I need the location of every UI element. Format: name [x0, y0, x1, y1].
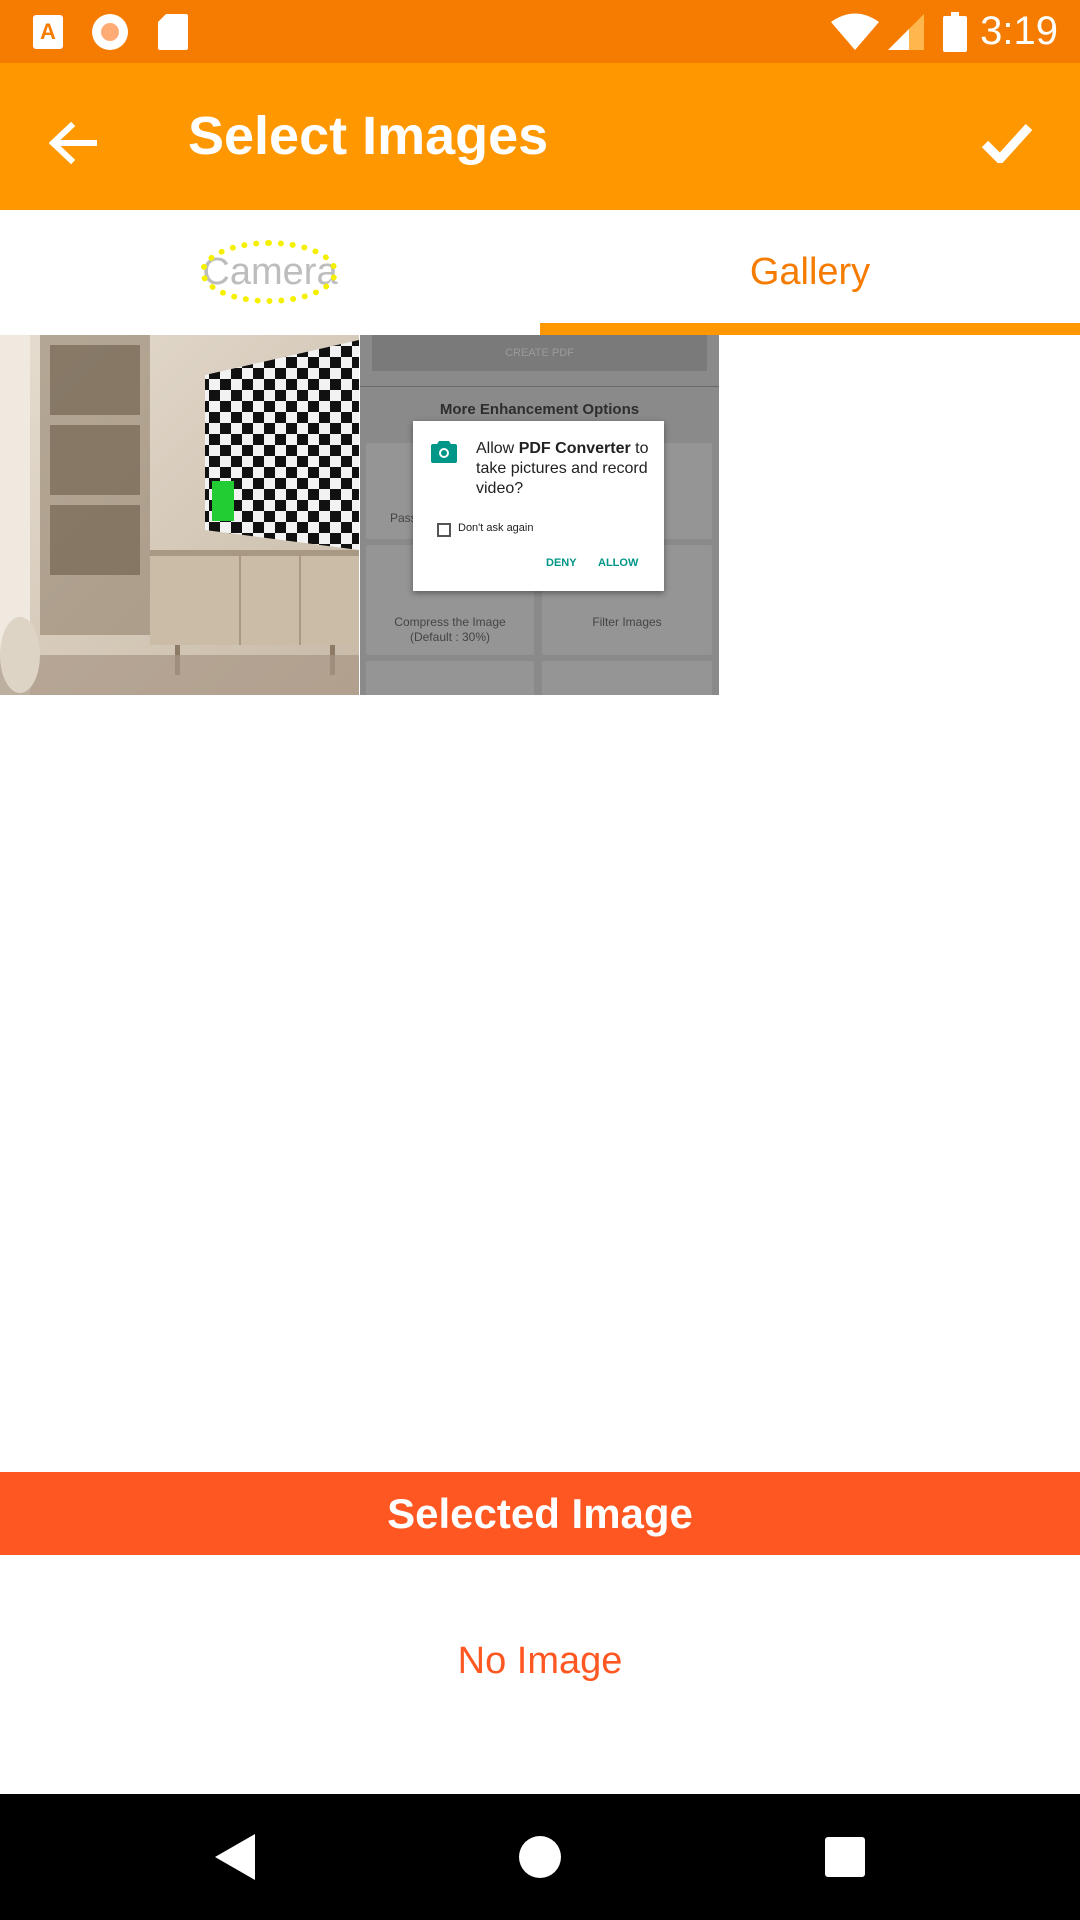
tab-bar: Camera Gallery: [0, 210, 1080, 335]
dialog-app-name: PDF Converter: [518, 440, 631, 457]
navigation-bar: [0, 1794, 1080, 1920]
no-image-text: No Image: [457, 1640, 623, 1682]
battery-icon: [941, 0, 969, 63]
dialog-deny-label: DENY: [546, 557, 577, 569]
text-a-icon: A: [28, 0, 68, 63]
status-bar: A 3:19: [0, 0, 1080, 63]
thumb-filter-label: Filter Images: [592, 615, 662, 629]
thumb-compress-label: Compress the Image: [394, 615, 506, 629]
dialog-text-prefix: Allow: [476, 440, 519, 457]
signal-icon: [886, 0, 926, 63]
circle-home-icon: [519, 1836, 561, 1878]
image-grid: CREATE PDF More Enhancement Options Pass…: [0, 335, 1080, 695]
dont-ask-checkbox: [437, 523, 451, 537]
clock: 3:19: [980, 9, 1058, 53]
tab-gallery-label: Gallery: [749, 251, 871, 293]
dialog-message: Allow PDF Converter to take pictures and…: [476, 439, 652, 499]
arrow-back-icon: [49, 122, 97, 164]
thumb-card: [366, 661, 534, 695]
thumb-section-title: More Enhancement Options: [439, 401, 640, 418]
tab-camera[interactable]: Camera: [0, 210, 540, 335]
app-bar: Select Images: [0, 63, 1080, 210]
tab-gallery[interactable]: Gallery: [540, 210, 1080, 335]
triangle-back-icon: [215, 1834, 255, 1880]
nav-home-button[interactable]: [505, 1822, 575, 1892]
gallery-image-screenshot[interactable]: CREATE PDF More Enhancement Options Pass…: [360, 335, 719, 695]
thumb-divider: [360, 386, 719, 387]
sd-card-icon: [155, 0, 191, 63]
thumb-card: [542, 661, 712, 695]
wifi-icon: [830, 0, 880, 63]
nav-back-button[interactable]: [200, 1822, 270, 1892]
touch-highlight: [200, 240, 338, 304]
gallery-image-room[interactable]: [0, 335, 359, 695]
permission-dialog: Allow PDF Converter to take pictures and…: [413, 421, 664, 591]
done-button[interactable]: [962, 98, 1052, 188]
thumb-create-pdf-button: CREATE PDF: [372, 335, 707, 371]
svg-text:A: A: [40, 19, 56, 44]
camera-icon: [431, 441, 457, 463]
record-icon: [90, 0, 130, 63]
square-recents-icon: [825, 1837, 865, 1877]
selected-image-header: Selected Image: [0, 1472, 1080, 1555]
tab-indicator: [540, 323, 1080, 335]
room-photo: [0, 335, 359, 695]
thumb-compress-default: (Default : 30%): [409, 630, 491, 644]
check-icon: [982, 123, 1032, 163]
nav-recents-button[interactable]: [810, 1822, 880, 1892]
page-title: Select Images: [188, 106, 549, 166]
dont-ask-label: Don't ask again: [458, 522, 534, 534]
dialog-allow-label: ALLOW: [598, 557, 639, 569]
back-button[interactable]: [28, 98, 118, 188]
